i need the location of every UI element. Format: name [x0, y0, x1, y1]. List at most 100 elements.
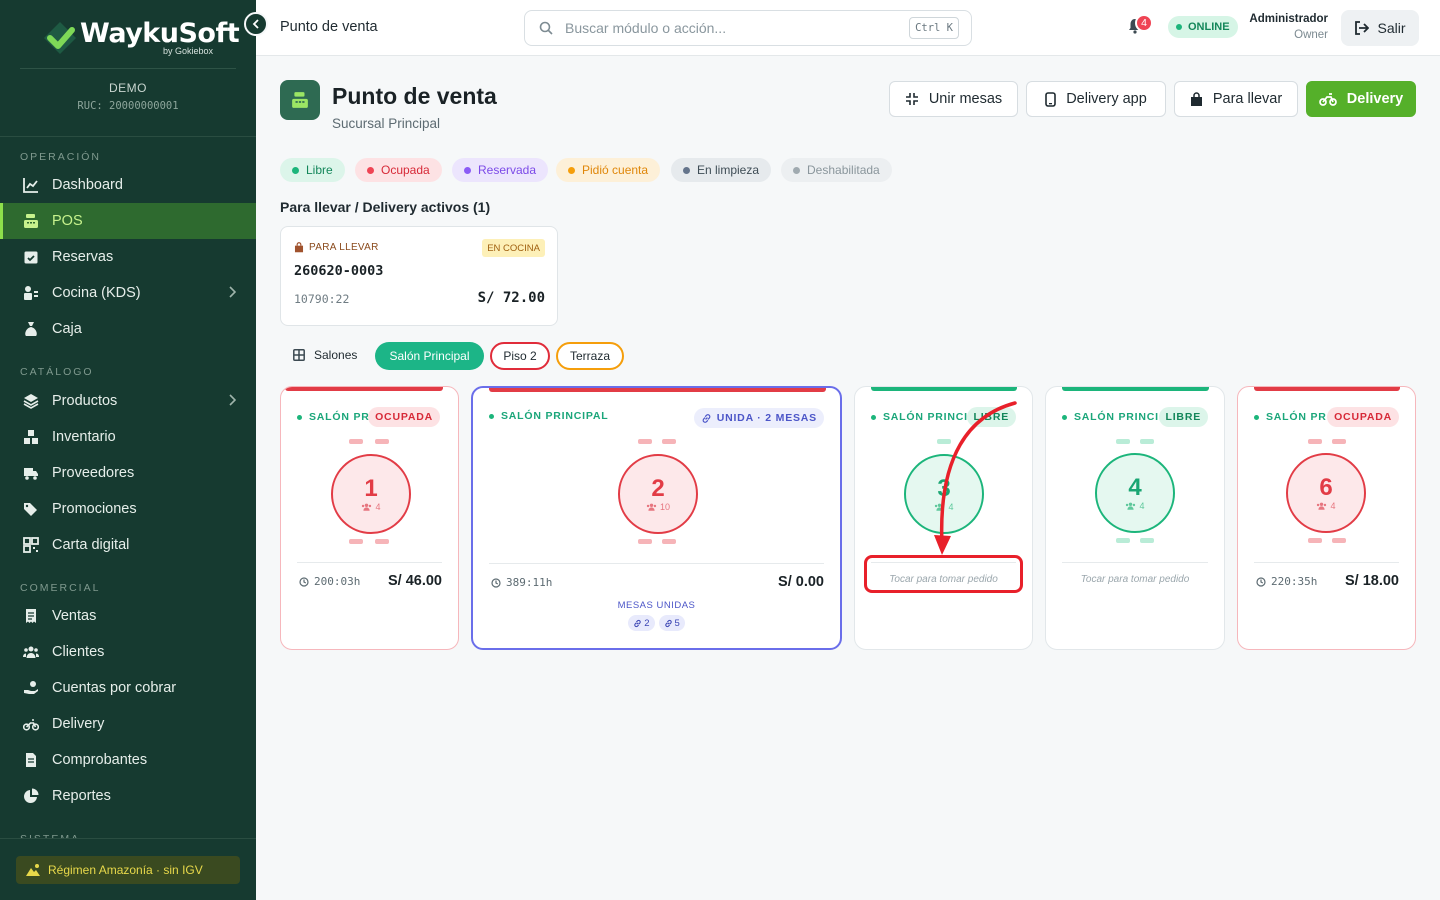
sidebar-item-label: POS	[52, 213, 83, 229]
table-salon-label: SALÓN PR	[1266, 411, 1327, 423]
logo-mark-icon	[44, 22, 76, 54]
brand-logo[interactable]: WaykuSoft by Gokiebox	[40, 16, 240, 60]
salon-tab-terraza[interactable]: Terraza	[556, 342, 624, 370]
order-code: 260620-0003	[294, 263, 384, 279]
sidebar-item-pos[interactable]: POS	[0, 203, 256, 239]
topbar: Punto de venta Ctrl K 4 ONLINE Administr…	[256, 0, 1440, 56]
unir-mesas-label: Unir mesas	[928, 91, 1003, 107]
table-card-4[interactable]: SALÓN PRINCI LIBRE 4 4 Tocar para tomar …	[1045, 386, 1225, 650]
calendar-check-icon	[23, 249, 39, 265]
sidebar-item-caja[interactable]: Caja	[0, 311, 256, 347]
salon-tab-piso-2[interactable]: Piso 2	[490, 342, 550, 370]
table-elapsed-time: 200:03h	[299, 575, 360, 588]
table-card-6[interactable]: SALÓN PR OCUPADA 6 4 220:35h S/ 18.00	[1237, 386, 1416, 650]
sidebar-item-productos[interactable]: Productos	[0, 383, 256, 419]
legend-dot	[793, 166, 800, 174]
sidebar-item-ventas[interactable]: Ventas	[0, 598, 256, 634]
legend-label: Deshabilitada	[807, 163, 880, 177]
sidebar-item-proveedores[interactable]: Proveedores	[0, 455, 256, 491]
take-order-hint: Tocar para tomar pedido	[1080, 574, 1190, 585]
divider	[297, 562, 442, 563]
users-icon	[1317, 502, 1327, 510]
table-number: 6	[1319, 474, 1333, 501]
para-llevar-button[interactable]: Para llevar	[1174, 81, 1298, 117]
order-total: S/ 72.00	[477, 290, 545, 306]
sidebar-item-reportes[interactable]: Reportes	[0, 778, 256, 814]
sidebar-item-promociones[interactable]: Promociones	[0, 491, 256, 527]
topbar-title: Punto de venta	[280, 19, 378, 35]
table-total: S/ 0.00	[778, 574, 824, 590]
table-status-badge: OCUPADA	[368, 407, 440, 427]
mountain-sun-icon	[26, 863, 40, 877]
order-elapsed-time: 10790:22	[294, 292, 350, 306]
section-comercial: COMERCIAL	[20, 582, 101, 594]
merged-table-chip[interactable]: 5	[658, 615, 685, 631]
table-shape: 1 4	[331, 454, 411, 534]
salon-tab-principal[interactable]: Salón Principal	[375, 342, 484, 370]
table-time-value: 220:35h	[1271, 575, 1318, 588]
table-salon-label: SALÓN PRINCI	[1074, 411, 1159, 423]
sidebar-item-label: Caja	[52, 321, 82, 337]
table-capacity: 4	[1316, 501, 1336, 511]
delivery-button[interactable]: Delivery	[1306, 81, 1416, 117]
legend-libre: Libre	[280, 158, 345, 182]
salon-dot	[489, 413, 494, 419]
status-bar	[871, 387, 1017, 391]
chair	[375, 439, 389, 444]
table-shape: 6 4	[1286, 453, 1366, 533]
table-capacity: 4	[1125, 501, 1145, 511]
table-time-value: 389:11h	[506, 576, 553, 589]
chair	[662, 539, 676, 544]
chevron-right-icon	[228, 394, 236, 406]
table-capacity: 10	[646, 502, 670, 512]
sidebar-item-label: Comprobantes	[52, 752, 148, 768]
table-card-2[interactable]: SALÓN PRINCIPAL UNIDA · 2 MESAS 2 10 389…	[471, 386, 842, 650]
section-operacion: OPERACIÓN	[20, 151, 102, 163]
legend-dot	[568, 166, 575, 174]
sidebar-item-inventario[interactable]: Inventario	[0, 419, 256, 455]
table-total: S/ 46.00	[387, 573, 442, 589]
legend-dot	[367, 166, 374, 174]
sidebar-item-dashboard[interactable]: Dashboard	[0, 167, 256, 203]
active-order-card[interactable]: PARA LLEVAR EN COCINA 260620-0003 10790:…	[280, 226, 558, 326]
table-card-1[interactable]: SALÓN PR OCUPADA 1 4 200:03h S/ 46.00	[280, 386, 459, 650]
legend-label: Reservada	[478, 163, 537, 177]
users-icon	[362, 503, 372, 511]
sidebar-item-comprobantes[interactable]: Comprobantes	[0, 742, 256, 778]
clock-icon	[1256, 576, 1266, 587]
sidebar-collapse-button[interactable]	[244, 12, 268, 36]
sidebar-item-cocina[interactable]: Cocina (KDS)	[0, 275, 256, 311]
motorcycle-icon	[23, 716, 39, 732]
sidebar-item-label: Inventario	[52, 429, 116, 445]
sidebar-item-carta-digital[interactable]: Carta digital	[0, 527, 256, 563]
delivery-app-button[interactable]: Delivery app	[1026, 81, 1166, 117]
sidebar-item-label: Delivery	[52, 716, 105, 732]
link-icon	[664, 619, 672, 627]
logout-button[interactable]: Salir	[1341, 10, 1419, 46]
sidebar-item-reservas[interactable]: Reservas	[0, 239, 256, 275]
table-status-badge: OCUPADA	[1327, 407, 1399, 427]
table-salon-label: SALÓN PR	[309, 411, 370, 423]
clock-icon	[299, 576, 309, 587]
chair	[1116, 439, 1130, 444]
delivery-app-label: Delivery app	[1066, 91, 1147, 107]
legend-dot	[683, 166, 690, 174]
unir-mesas-button[interactable]: Unir mesas	[889, 81, 1018, 117]
users-icon	[1126, 502, 1136, 510]
search-box[interactable]: Ctrl K	[524, 10, 972, 46]
chair	[1332, 439, 1346, 444]
cash-register-icon	[23, 213, 39, 229]
legend-label: Pidió cuenta	[582, 163, 649, 177]
section-catalogo: CATÁLOGO	[20, 366, 94, 378]
order-type: PARA LLEVAR	[294, 242, 379, 253]
clock-icon	[491, 577, 501, 588]
shopping-bag-icon	[294, 242, 304, 253]
merged-table-chip[interactable]: 2	[628, 615, 655, 631]
search-input[interactable]	[565, 20, 895, 36]
sidebar-item-clientes[interactable]: Clientes	[0, 634, 256, 670]
merged-tables-list: 2 5	[473, 615, 840, 631]
sidebar-item-delivery[interactable]: Delivery	[0, 706, 256, 742]
para-llevar-label: Para llevar	[1212, 91, 1283, 107]
salon-dot	[297, 414, 302, 420]
sidebar-item-cuentas-por-cobrar[interactable]: Cuentas por cobrar	[0, 670, 256, 706]
